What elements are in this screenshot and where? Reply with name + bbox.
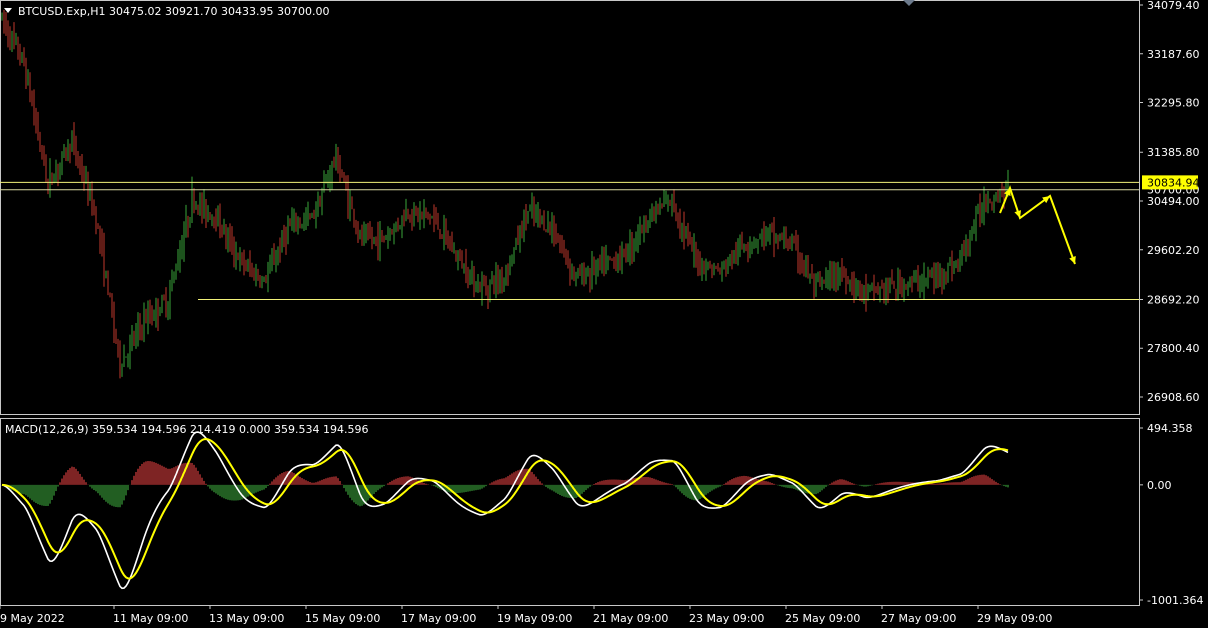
price-tick-label: 28692.20 [1147, 293, 1200, 306]
price-tick-label: 26908.60 [1147, 391, 1200, 404]
price-tick-label: 29602.20 [1147, 244, 1200, 257]
price-tick-label: 34079.40 [1147, 0, 1200, 12]
time-tick-label: 13 May 09:00 [209, 612, 284, 625]
price-tick-label: 33187.60 [1147, 48, 1200, 61]
macd-info: MACD(12,26,9) 359.534 194.596 214.419 0.… [5, 423, 368, 436]
current-price-label: 30834.94 [1147, 176, 1200, 189]
price-tick-label: 27800.40 [1147, 342, 1200, 355]
macd-tick-label: 0.00 [1147, 479, 1172, 492]
price-tick-label: 31385.80 [1147, 146, 1200, 159]
time-tick-label: 17 May 09:00 [401, 612, 476, 625]
time-tick-label: 27 May 09:00 [881, 612, 956, 625]
time-tick-label: 21 May 09:00 [593, 612, 668, 625]
macd-tick-label: 494.358 [1147, 422, 1193, 435]
time-tick-label: 25 May 09:00 [785, 612, 860, 625]
trading-chart[interactable]: 34079.40 33187.60 32295.80 31385.80 30494.00… [0, 0, 1208, 628]
time-tick-label: 11 May 09:00 [113, 612, 188, 625]
price-axis: 34079.40 33187.60 32295.80 31385.80 30494.00… [1139, 0, 1200, 404]
time-tick-label: 19 May 09:00 [497, 612, 572, 625]
time-tick-label: 29 May 09:00 [977, 612, 1052, 625]
price-tick-label: 32295.80 [1147, 97, 1200, 110]
symbol-info: BTCUSD.Exp,H1 30475.02 30921.70 30433.95… [18, 5, 329, 18]
time-tick-label: 15 May 09:00 [305, 612, 380, 625]
time-tick-label: 9 May 2022 [0, 612, 65, 625]
price-tick-label: 30494.00 [1147, 195, 1200, 208]
time-tick-label: 23 May 09:00 [689, 612, 764, 625]
macd-tick-label: -1001.364 [1147, 594, 1203, 607]
